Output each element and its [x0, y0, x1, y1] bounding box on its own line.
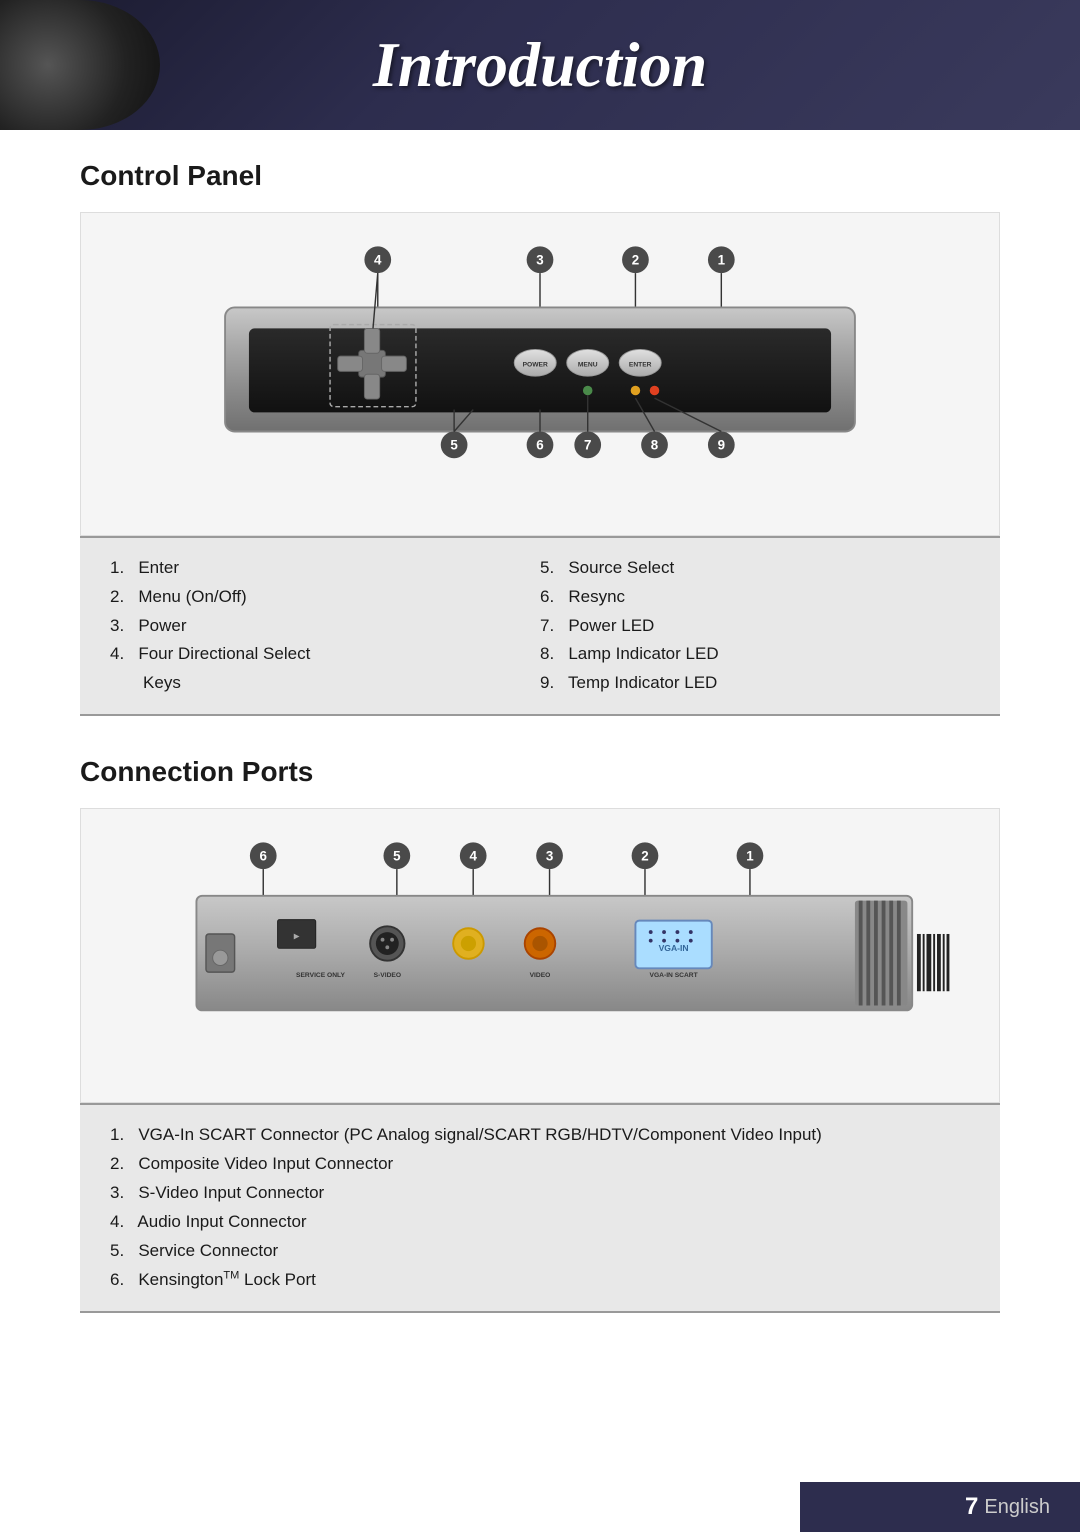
page-number: 7 — [965, 1493, 978, 1521]
header: Introduction — [0, 0, 1080, 130]
svg-text:POWER: POWER — [523, 362, 548, 369]
control-panel-heading: Control Panel — [80, 160, 1000, 192]
svg-text:S-VIDEO: S-VIDEO — [374, 972, 401, 979]
svg-text:MENU: MENU — [578, 362, 598, 369]
info-item-5: 5. Source Select — [540, 554, 970, 583]
svg-text:1: 1 — [746, 849, 754, 864]
info-item-2: 2. Menu (On/Off) — [110, 583, 540, 612]
ports-info-item-4: 4. Audio Input Connector — [110, 1208, 970, 1237]
connection-ports-heading: Connection Ports — [80, 756, 1000, 788]
info-item-9: 9. Temp Indicator LED — [540, 669, 970, 698]
info-col-left: 1. Enter 2. Menu (On/Off) 3. Power 4. Fo… — [110, 554, 540, 698]
svg-text:5: 5 — [393, 849, 401, 864]
svg-text:VGA-IN SCART: VGA-IN SCART — [650, 972, 698, 979]
svg-text:6: 6 — [260, 849, 267, 864]
svg-text:9: 9 — [718, 438, 725, 453]
svg-text:7: 7 — [584, 438, 591, 453]
svg-text:4: 4 — [374, 252, 382, 267]
control-panel-diagram: 4 3 2 1 — [80, 212, 1000, 536]
info-item-1: 1. Enter — [110, 554, 540, 583]
footer: 7 English — [800, 1482, 1080, 1532]
svg-text:ENTER: ENTER — [629, 362, 652, 369]
svg-text:4: 4 — [469, 849, 477, 864]
connection-ports-section: Connection Ports 6 5 — [80, 756, 1000, 1312]
svg-text:3: 3 — [536, 252, 543, 267]
svg-text:5: 5 — [450, 438, 458, 453]
info-item-3: 3. Power — [110, 612, 540, 641]
ports-info-item-5: 5. Service Connector — [110, 1237, 970, 1266]
svg-text:2: 2 — [641, 849, 648, 864]
ports-svg: 6 5 4 3 2 1 — [101, 829, 979, 1077]
svg-text:6: 6 — [536, 438, 543, 453]
info-item-6: 6. Resync — [540, 583, 970, 612]
ports-info-item-3: 3. S-Video Input Connector — [110, 1179, 970, 1208]
info-col-right: 5. Source Select 6. Resync 7. Power LED … — [540, 554, 970, 698]
ports-info-item-6: 6. KensingtonTM Lock Port — [110, 1266, 970, 1295]
ports-info-item-2: 2. Composite Video Input Connector — [110, 1150, 970, 1179]
control-panel-svg: 4 3 2 1 — [101, 233, 979, 510]
svg-text:2: 2 — [632, 252, 639, 267]
ports-info-item-1: 1. VGA-In SCART Connector (PC Analog sig… — [110, 1121, 970, 1150]
main-content: Control Panel 4 3 2 1 — [0, 130, 1080, 1393]
svg-text:SERVICE ONLY: SERVICE ONLY — [296, 972, 345, 979]
info-item-7: 7. Power LED — [540, 612, 970, 641]
control-panel-section: Control Panel 4 3 2 1 — [80, 160, 1000, 716]
page-title: Introduction — [373, 28, 707, 102]
language-label: English — [984, 1496, 1050, 1519]
info-item-4: 4. Four Directional Select Keys — [110, 640, 540, 698]
svg-text:VGA-IN: VGA-IN — [659, 943, 689, 953]
svg-text:8: 8 — [651, 438, 659, 453]
connection-ports-diagram: 6 5 4 3 2 1 — [80, 808, 1000, 1103]
ports-info-table: 1. VGA-In SCART Connector (PC Analog sig… — [80, 1103, 1000, 1312]
svg-text:VIDEO: VIDEO — [530, 972, 551, 979]
svg-text:1: 1 — [718, 252, 726, 267]
info-item-8: 8. Lamp Indicator LED — [540, 640, 970, 669]
control-panel-info-table: 1. Enter 2. Menu (On/Off) 3. Power 4. Fo… — [80, 536, 1000, 716]
svg-text:3: 3 — [546, 849, 553, 864]
